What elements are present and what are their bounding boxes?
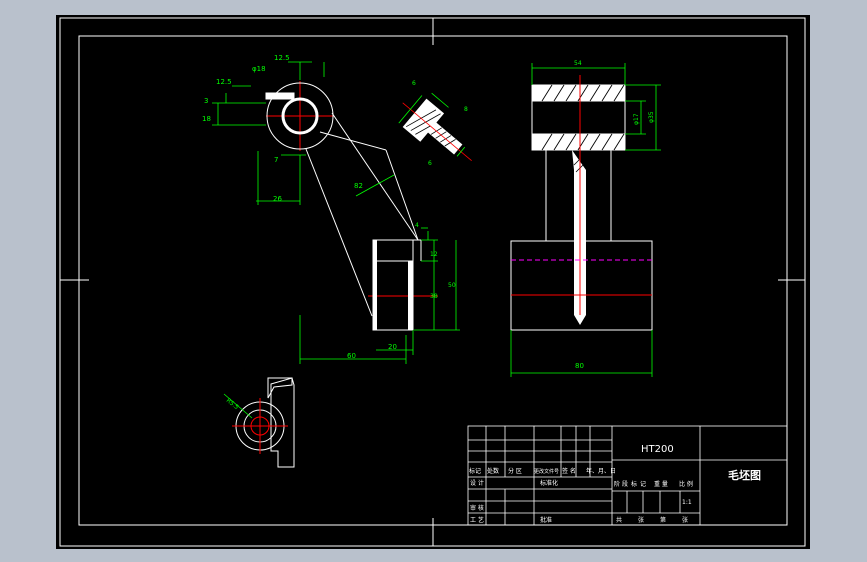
drawing-title: 毛坯图 — [728, 468, 761, 482]
dim-18: 18 — [202, 115, 211, 123]
dim-6a: 6 — [412, 80, 416, 87]
label-count: 处数 — [487, 467, 499, 475]
stage-mark-1: 阶 — [614, 480, 620, 488]
dim-12-5-top: 12.5 — [274, 54, 290, 62]
section-view — [398, 92, 472, 162]
label-weight: 重 量 — [654, 480, 668, 488]
dim-20: 20 — [388, 343, 397, 351]
front-view: 54 φ17 φ35 80 — [510, 60, 661, 377]
dim-12: 12 — [430, 251, 438, 258]
dim-phi18: φ18 — [252, 65, 266, 73]
label-date: 年、月、日 — [586, 467, 616, 475]
dim-8: 8 — [464, 106, 468, 113]
dim-12-5-left: 12.5 — [216, 78, 232, 86]
stage-mark-4: 记 — [640, 481, 646, 488]
drawing-sheet: φ18 12.5 12.5 3 18 7 26 82 60 20 12 38 5… — [56, 15, 810, 549]
sheet-info-3: 第 — [660, 516, 666, 524]
sheet-info-1: 共 — [616, 516, 622, 524]
dim-7: 7 — [274, 156, 278, 164]
dim-r5: R5.5 — [225, 397, 240, 411]
label-scale: 比 例 — [679, 480, 693, 488]
material-text: HT200 — [641, 444, 674, 455]
dim-phi35: φ35 — [648, 111, 655, 123]
dim-38: 38 — [430, 293, 438, 300]
label-process: 工 艺 — [470, 516, 484, 524]
label-change-doc: 更改文件号 — [534, 468, 559, 475]
label-reviewer: 审 核 — [470, 504, 484, 512]
stage-mark-3: 标 — [631, 480, 637, 488]
dim-6b: 6 — [428, 160, 432, 167]
dim-26: 26 — [273, 195, 282, 203]
dim-82: 82 — [354, 182, 363, 190]
dim-4: 4 — [415, 222, 419, 229]
label-zone: 分 区 — [508, 467, 522, 475]
label-approve: 批准 — [540, 516, 552, 524]
boss-top-view: R5.5 — [223, 377, 295, 468]
label-designer: 设 计 — [470, 479, 484, 487]
label-mark: 标记 — [469, 467, 481, 475]
label-signature: 签 名 — [562, 467, 576, 475]
sheet-info-4: 张 — [682, 516, 688, 524]
dim-50: 50 — [448, 282, 456, 289]
dim-3: 3 — [204, 97, 208, 105]
dim-phi17: φ17 — [633, 113, 640, 125]
dim-54: 54 — [574, 60, 582, 67]
dim-80: 80 — [575, 362, 584, 370]
stage-mark-2: 段 — [622, 480, 628, 488]
frame — [59, 17, 806, 547]
label-standardization: 标准化 — [540, 479, 558, 487]
sheet-info-2: 张 — [638, 516, 644, 524]
scale-value: 1:1 — [682, 499, 692, 506]
dim-60: 60 — [347, 352, 356, 360]
